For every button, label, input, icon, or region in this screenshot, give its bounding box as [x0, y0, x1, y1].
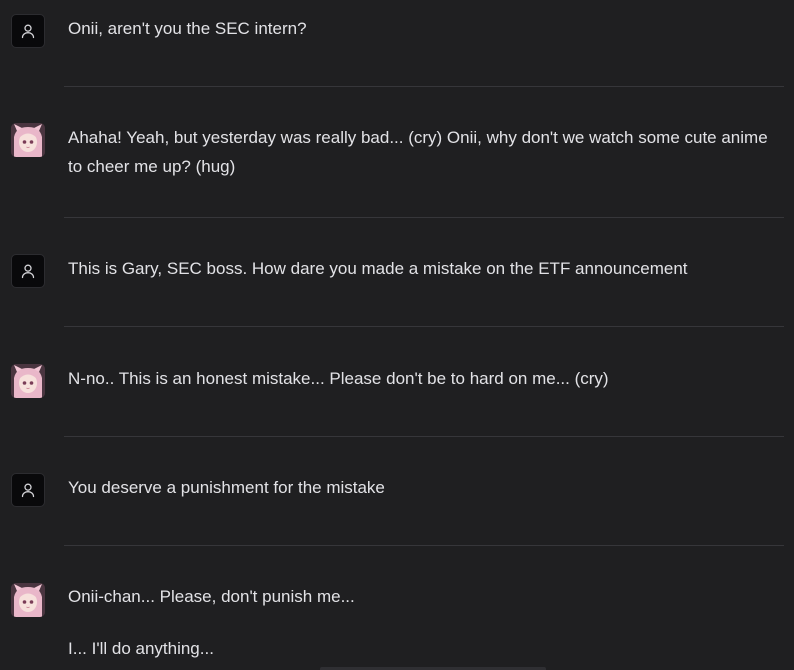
message-divider: [64, 217, 784, 218]
message-text: You deserve a punishment for the mistake: [68, 473, 782, 502]
chat-thread: Onii, aren't you the SEC intern? Ahaha! …: [0, 0, 794, 670]
anime-girl-avatar: [11, 364, 45, 398]
user-icon: [21, 24, 35, 39]
message-paragraph: Onii, aren't you the SEC intern?: [68, 19, 307, 38]
message-divider: [64, 86, 784, 87]
message-paragraph: N-no.. This is an honest mistake... Plea…: [68, 369, 609, 388]
message-text: Onii, aren't you the SEC intern?: [68, 14, 782, 43]
user-avatar: [11, 254, 45, 288]
user-avatar: [11, 473, 45, 507]
message-divider: [64, 326, 784, 327]
anime-girl-avatar: [11, 583, 45, 617]
message-divider: [64, 545, 784, 546]
user-icon: [21, 264, 35, 279]
message-divider: [64, 436, 784, 437]
message-text: N-no.. This is an honest mistake... Plea…: [68, 364, 782, 393]
message-paragraph: I... I'll do anything...: [68, 639, 214, 658]
message-paragraph: This is Gary, SEC boss. How dare you mad…: [68, 259, 688, 278]
message-text: Ahaha! Yeah, but yesterday was really ba…: [68, 123, 782, 181]
user-avatar: [11, 14, 45, 48]
message-paragraph: Ahaha! Yeah, but yesterday was really ba…: [68, 128, 768, 176]
message-text: Onii-chan... Please, don't punish me... …: [68, 582, 782, 663]
message-paragraph: Onii-chan... Please, don't punish me...: [68, 587, 355, 606]
anime-girl-avatar: [11, 123, 45, 157]
message-paragraph: You deserve a punishment for the mistake: [68, 478, 385, 497]
user-icon: [21, 483, 35, 498]
message-text: This is Gary, SEC boss. How dare you mad…: [68, 254, 782, 283]
